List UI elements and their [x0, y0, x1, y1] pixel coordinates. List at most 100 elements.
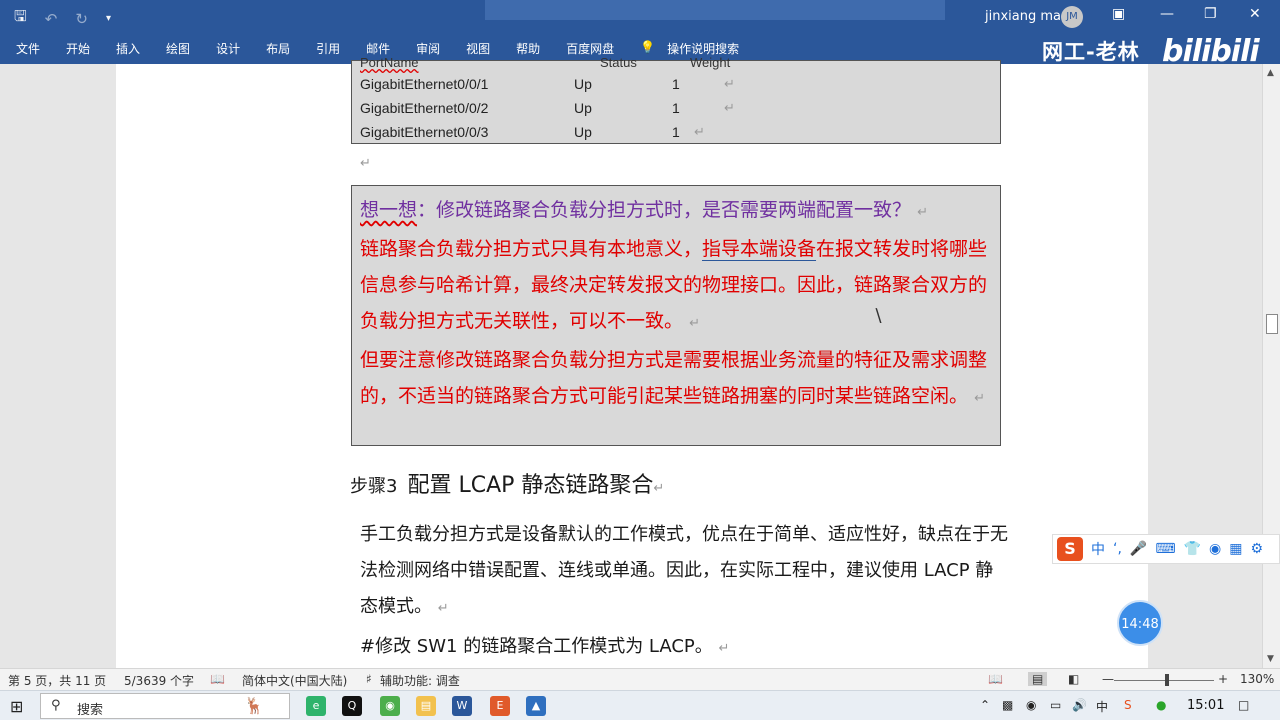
document-area: PortName Status Weight GigabitEthernet0/… [0, 55, 1262, 668]
clock-time[interactable]: 15:01 [1187, 698, 1224, 713]
tray-chevron-icon[interactable]: ⌃ [980, 698, 990, 712]
note-question: 想一想：修改链路聚合负载分担方式时，是否需要两端配置一致？ ↵ [360, 192, 992, 231]
tray-network-icon[interactable]: ◉ [1026, 698, 1036, 712]
punctuation-icon[interactable]: ‘, [1113, 541, 1122, 557]
keyboard-icon[interactable]: ⌨ [1155, 541, 1175, 557]
scroll-thumb[interactable] [1266, 314, 1278, 334]
note-answer-2: 但要注意修改链路聚合负载分担方式是需要根据业务流量的特征及需求调整的，不适当的链… [360, 342, 992, 417]
avatar[interactable]: JM [1061, 6, 1083, 28]
command-line: #修改 SW1 的链路聚合工作模式为 LACP。 ↵ [360, 632, 729, 658]
paragraph-mark-icon: ↵ [437, 601, 449, 616]
zoom-in-icon[interactable]: + [1218, 672, 1228, 686]
browser-icon[interactable]: ◉ [380, 696, 400, 716]
tray-app-icon[interactable]: ▩ [1002, 698, 1013, 712]
restore-icon[interactable]: ❐ [1204, 6, 1217, 22]
table-header-port: PortName [360, 55, 419, 70]
redo-icon[interactable]: ↻ [75, 10, 88, 28]
heading-step-label: 步骤3 [350, 476, 398, 497]
ime-indicator[interactable]: 中 [1096, 698, 1108, 715]
note-answer-1: 链路聚合负载分担方式只具有本地意义，指导本端设备在报文转发时将哪些信息参与哈希计… [360, 231, 992, 342]
wireshark-icon[interactable]: ▲ [526, 696, 546, 716]
sogou-logo-icon[interactable]: S [1057, 537, 1083, 561]
tab-layout[interactable]: 布局 [266, 40, 290, 57]
scroll-up-icon[interactable]: ▲ [1267, 68, 1274, 78]
ibeam-cursor-icon: ∖ [872, 306, 884, 327]
read-mode-icon[interactable]: 📖 [988, 672, 1003, 686]
watermark-brand: 网工-老林 [1042, 40, 1140, 64]
table-header-status: Status [600, 55, 637, 70]
port-weight: 1 [672, 124, 680, 140]
tab-insert[interactable]: 插入 [116, 40, 140, 57]
zoom-slider-track[interactable] [1114, 680, 1214, 681]
wechat-tray-icon[interactable]: ● [1156, 698, 1166, 712]
zoom-out-icon[interactable]: — [1102, 672, 1114, 686]
save-icon[interactable]: 🖫 [14, 6, 27, 31]
tab-design[interactable]: 设计 [216, 40, 240, 57]
paragraph-mark-icon: ↵ [360, 156, 371, 171]
port-name: GigabitEthernet0/0/2 [360, 100, 489, 116]
customize-qat-icon[interactable]: ▾ [106, 13, 111, 24]
ime-toolbar[interactable]: S 中 ‘, 🎤 ⌨ 👕 ◉ ▦ ⚙ [1052, 534, 1280, 564]
document-page[interactable]: PortName Status Weight GigabitEthernet0/… [116, 55, 1148, 668]
microphone-icon[interactable]: 🎤 [1130, 541, 1147, 557]
print-layout-icon[interactable]: ▤ [1028, 672, 1048, 686]
tab-help[interactable]: 帮助 [516, 40, 540, 57]
close-icon[interactable]: ✕ [1249, 6, 1261, 22]
sogou-tray-icon[interactable]: S [1124, 698, 1132, 712]
paragraph-mark-icon: ↵ [917, 205, 928, 220]
tab-review[interactable]: 审阅 [416, 40, 440, 57]
port-name: GigabitEthernet0/0/1 [360, 76, 489, 92]
heading-title: 配置 LCAP 静态链路聚合 [407, 473, 654, 498]
note-answer-2-text: 但要注意修改链路聚合负载分担方式是需要根据业务流量的特征及需求调整的，不适当的链… [360, 349, 988, 407]
edge-icon[interactable]: e [306, 696, 326, 716]
tab-home[interactable]: 开始 [66, 40, 90, 57]
word-count[interactable]: 5/3639 个字 [124, 672, 194, 689]
accessibility-status[interactable]: 辅助功能: 调查 [380, 672, 460, 689]
note-box[interactable]: 想一想：修改链路聚合负载分担方式时，是否需要两端配置一致？ ↵ 链路聚合负载分担… [351, 185, 1001, 446]
ribbon-display-options-icon[interactable]: ▣ [1112, 6, 1125, 22]
notification-center-icon[interactable]: □ [1238, 698, 1249, 712]
note-answer-1b: 指导本端设备 [702, 238, 817, 260]
tab-references[interactable]: 引用 [316, 40, 340, 57]
game-icon[interactable]: ◉ [1209, 541, 1221, 557]
port-name: GigabitEthernet0/0/3 [360, 124, 489, 140]
zoom-slider-knob[interactable] [1165, 674, 1169, 686]
tray-display-icon[interactable]: ▭ [1050, 698, 1061, 712]
search-icon: ⚲ [51, 698, 61, 713]
interface-table: PortName Status Weight GigabitEthernet0/… [351, 55, 1001, 144]
body-paragraph-text: 手工负载分担方式是设备默认的工作模式，优点在于简单、适应性好，缺点在于无法检测网… [360, 524, 1008, 617]
paragraph-mark-icon: ↵ [689, 316, 700, 331]
zoom-level[interactable]: 130% [1240, 672, 1274, 686]
settings-icon[interactable]: ⚙ [1250, 541, 1263, 557]
proofing-icon[interactable]: 📖 [210, 672, 225, 686]
windows-start-icon[interactable]: ⊞ [10, 697, 23, 716]
language-indicator[interactable]: 简体中文(中国大陆) [242, 672, 347, 689]
web-layout-icon[interactable]: ◧ [1068, 672, 1079, 686]
qq-icon[interactable]: Q [342, 696, 362, 716]
note-answer-1a: 链路聚合负载分担方式只具有本地意义， [360, 238, 703, 260]
floating-clock[interactable]: 14:48 [1117, 600, 1163, 646]
vertical-scrollbar[interactable]: ▲ ▼ [1262, 64, 1280, 668]
paragraph-mark-icon: ↵ [718, 641, 730, 656]
tab-view[interactable]: 视图 [466, 40, 490, 57]
ime-language-toggle[interactable]: 中 [1091, 539, 1105, 559]
tab-file[interactable]: 文件 [16, 40, 40, 57]
title-bar: 🖫 ↶ ↻ ▾ jinxiang ma JM ▣ — ❐ ✕ [0, 0, 1280, 34]
volume-icon[interactable]: 🔊 [1072, 698, 1087, 712]
port-weight: 1 [672, 76, 680, 92]
tab-draw[interactable]: 绘图 [166, 40, 190, 57]
toolbox-icon[interactable]: ▦ [1229, 541, 1242, 557]
ensp-icon[interactable]: E [490, 696, 510, 716]
word-icon[interactable]: W [452, 696, 472, 716]
user-name[interactable]: jinxiang ma [985, 9, 1061, 24]
note-question-text: ：修改链路聚合负载分担方式时，是否需要两端配置一致？ [417, 199, 912, 221]
note-question-prefix: 想一想 [360, 199, 418, 221]
title-search-area[interactable] [485, 0, 945, 20]
step-heading: 步骤3 配置 LCAP 静态链路聚合↵ [350, 467, 664, 499]
minimize-icon[interactable]: — [1160, 6, 1174, 22]
page-info[interactable]: 第 5 页，共 11 页 [8, 672, 106, 689]
scroll-down-icon[interactable]: ▼ [1267, 654, 1274, 664]
file-explorer-icon[interactable]: ▤ [416, 696, 436, 716]
undo-icon[interactable]: ↶ [45, 10, 58, 28]
skin-icon[interactable]: 👕 [1184, 541, 1201, 557]
